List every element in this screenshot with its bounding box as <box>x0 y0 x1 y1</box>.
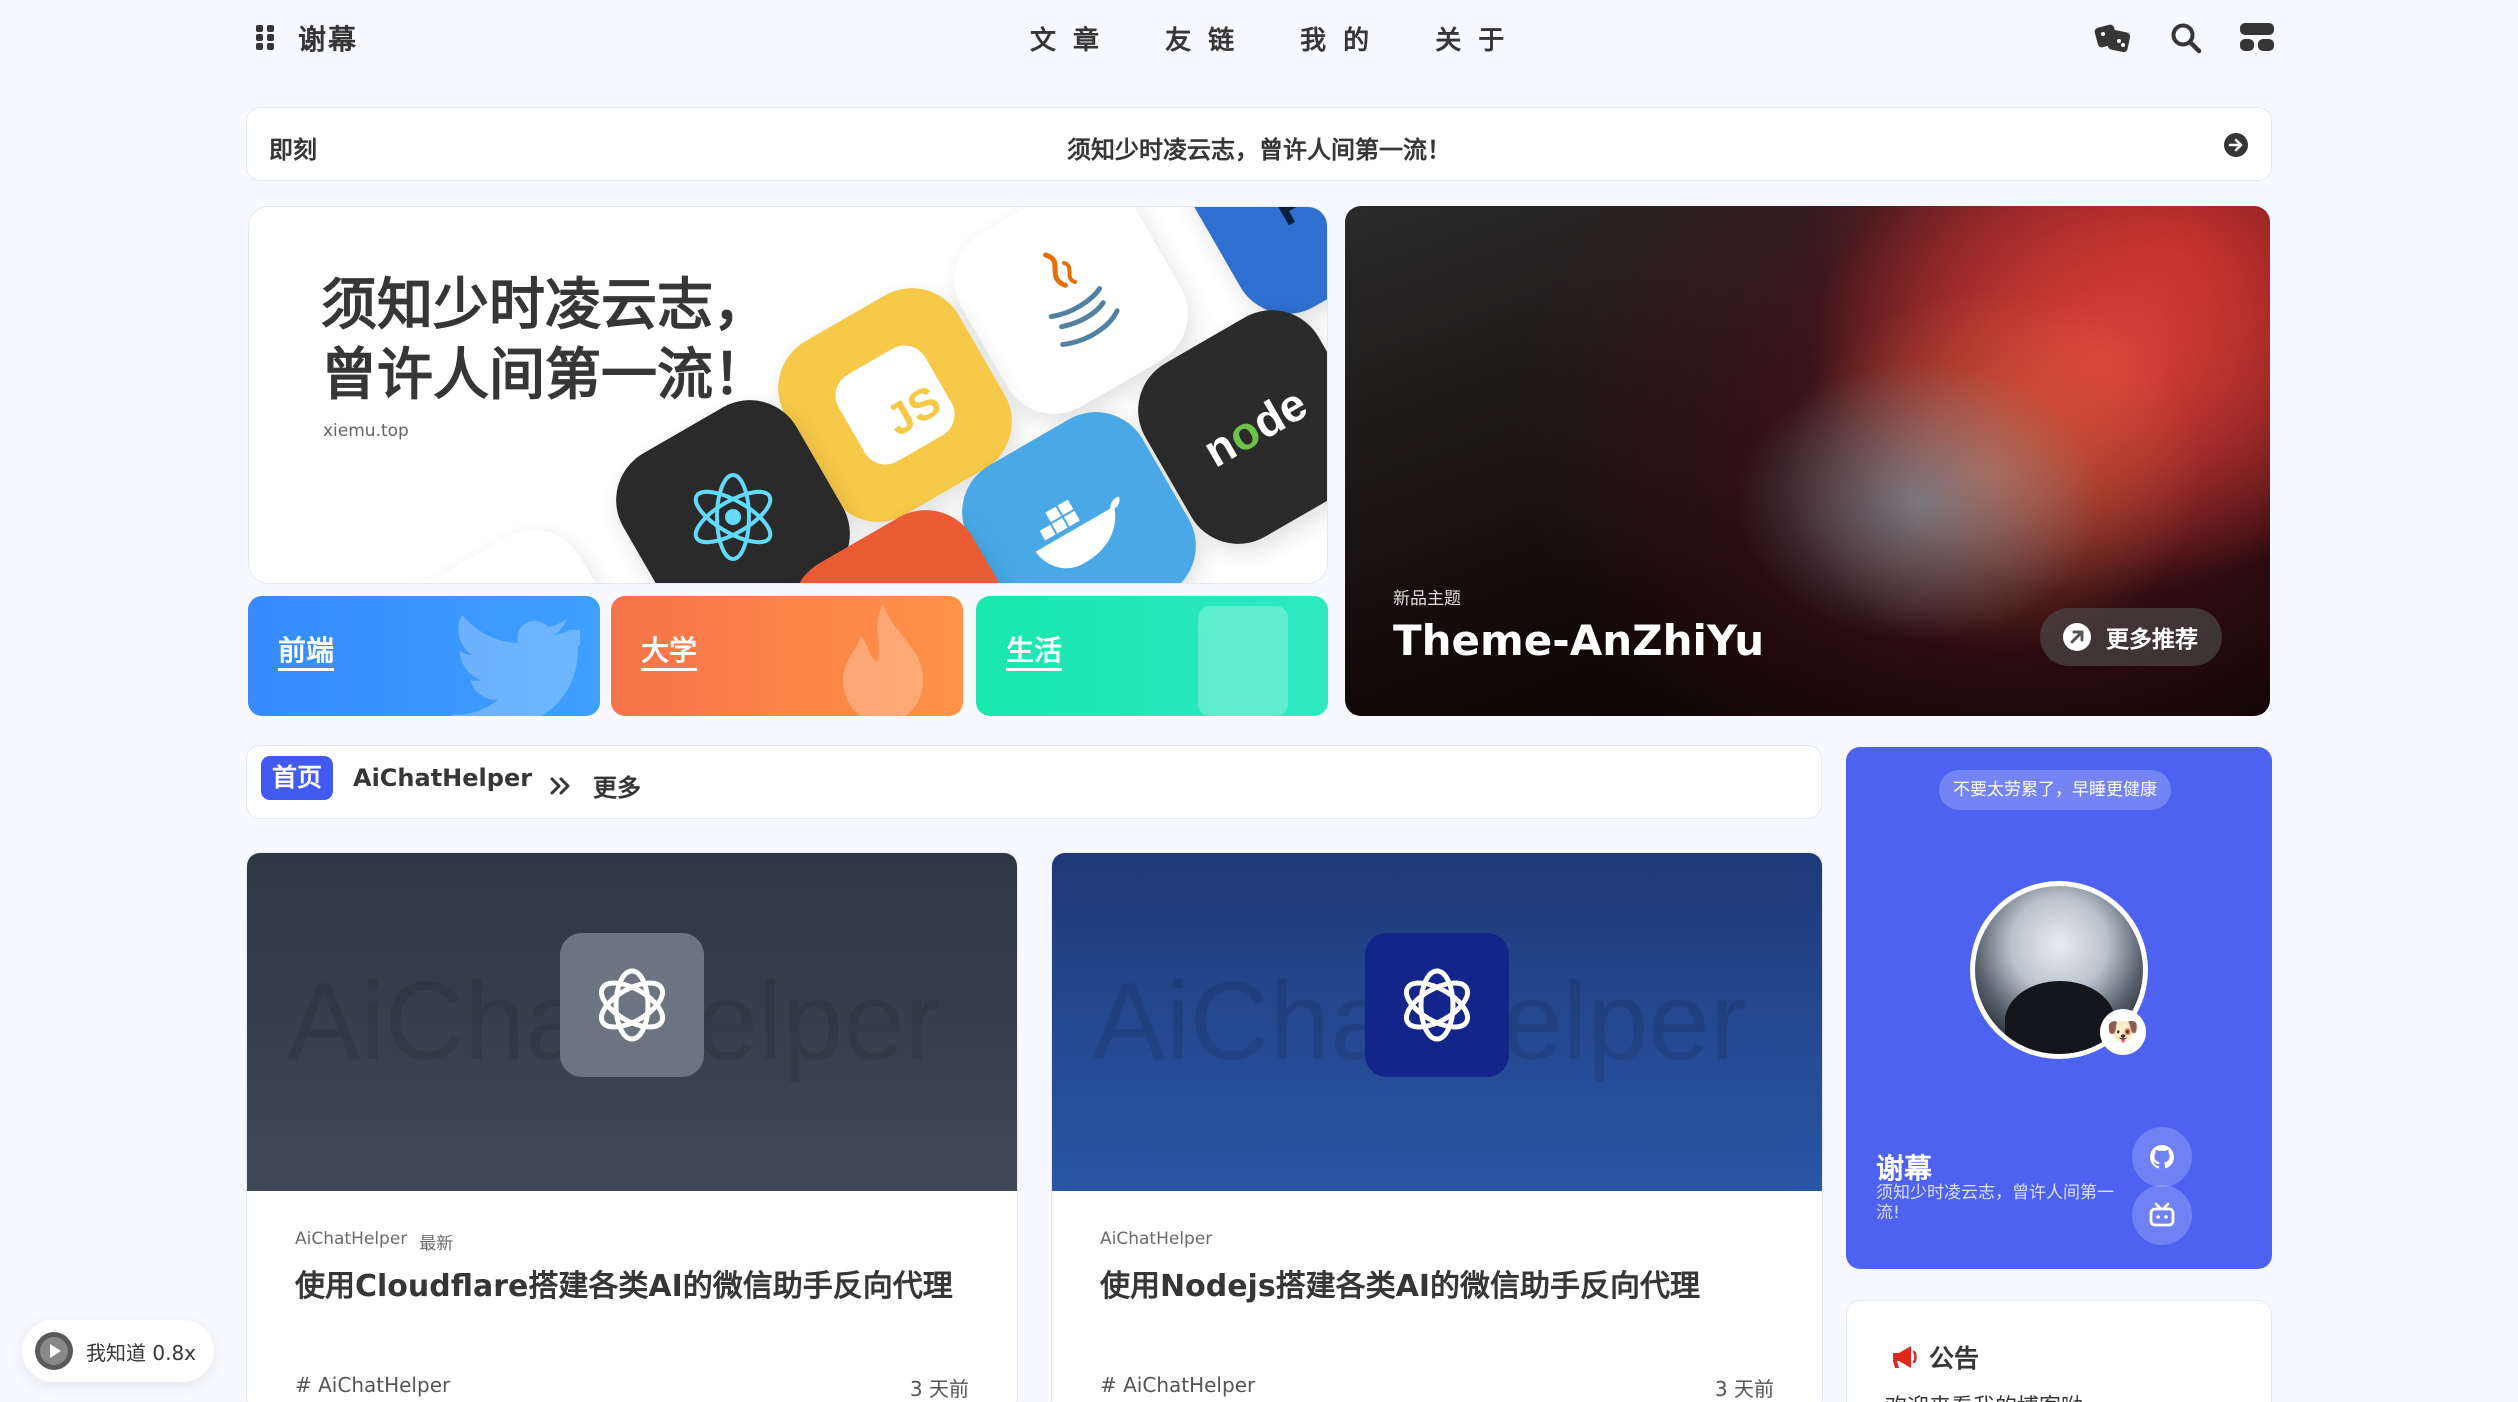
post-cover[interactable]: AiChatHelper <box>247 853 1017 1191</box>
hero-banner[interactable]: 须知少时凌云志， 曾许人间第一流！ xiemu.top Ps JS node <box>248 206 1328 584</box>
site-name[interactable]: 谢幕 <box>298 18 358 58</box>
author-tip: 不要太劳累了，早睡更健康 <box>1939 770 2171 810</box>
random-dice-icon[interactable] <box>2094 22 2132 54</box>
menu-item-about[interactable]: 关 于 <box>1435 20 1508 57</box>
post-category[interactable]: AiChatHelper <box>1100 1229 1212 1249</box>
post-card[interactable]: AiChatHelper AiChatHelper 使用Nodejs搭建各类AI… <box>1051 852 1823 1402</box>
github-icon[interactable] <box>2132 1127 2192 1187</box>
post-cover[interactable]: AiChatHelper <box>1052 853 1822 1191</box>
notice-card: 公告 欢迎来看我的博客呦 <box>1846 1300 2272 1402</box>
category-university[interactable]: 大学 <box>611 596 963 716</box>
post-meta: AiChatHelper <box>1100 1229 1212 1249</box>
feature-subtitle: 新品主题 <box>1393 589 1461 609</box>
author-card: 不要太劳累了，早睡更健康 🐶 谢幕 须知少时凌云志，曾许人间第一流! <box>1846 747 2272 1269</box>
bilibili-icon[interactable] <box>2132 1185 2192 1245</box>
arrow-up-right-icon <box>2063 623 2091 651</box>
openai-icon <box>1365 933 1509 1077</box>
category-tab-bar: 首页 AiChatHelper 更多 <box>246 745 1822 819</box>
apps-grid-icon[interactable] <box>256 25 276 51</box>
fire-icon <box>843 604 923 716</box>
bird-icon <box>450 615 580 716</box>
tab-more[interactable]: 更多 <box>549 768 641 803</box>
dog-emoji-icon: 🐶 <box>2100 1009 2146 1055</box>
author-description: 须知少时凌云志，曾许人间第一流! <box>1876 1183 2114 1223</box>
notice-text: 欢迎来看我的博客呦 <box>1885 1389 2083 1402</box>
main-menu: 文 章 友 链 我 的 关 于 <box>1030 18 1508 58</box>
feature-title: Theme-AnZhiYu <box>1393 616 1765 665</box>
openai-icon <box>560 933 704 1077</box>
menu-item-articles[interactable]: 文 章 <box>1030 20 1103 57</box>
nav-actions <box>2094 18 2274 58</box>
post-title[interactable]: 使用Cloudflare搭建各类AI的微信助手反向代理 <box>295 1261 953 1305</box>
menu-item-links[interactable]: 友 链 <box>1165 20 1238 57</box>
moment-bar[interactable]: 即刻 须知少时凌云志，曾许人间第一流！ <box>246 107 2272 181</box>
category-label: 大学 <box>641 634 698 671</box>
player-track-label: 我知道 0.8x <box>86 1340 196 1365</box>
megaphone-icon <box>1893 1346 1917 1368</box>
search-icon[interactable] <box>2170 22 2202 54</box>
category-life[interactable]: 生活 <box>976 596 1328 716</box>
double-chevron-right-icon <box>550 777 570 794</box>
category-label: 前端 <box>278 634 335 671</box>
feature-banner[interactable]: 新品主题 Theme-AnZhiYu 更多推荐 <box>1345 206 2270 716</box>
notice-heading: 公告 <box>1891 1339 1979 1375</box>
hero-title: 须知少时凌云志， 曾许人间第一流！ <box>321 273 769 408</box>
post-meta: AiChatHelper 最新 <box>295 1229 453 1254</box>
category-label: 生活 <box>1006 634 1063 671</box>
moment-text[interactable]: 须知少时凌云志，曾许人间第一流！ <box>247 130 2271 165</box>
arrow-right-icon[interactable] <box>2223 132 2249 158</box>
python-icon <box>380 510 654 583</box>
more-recommend-button[interactable]: 更多推荐 <box>2040 608 2222 666</box>
post-time: 3 天前 <box>909 1377 969 1401</box>
nav-left: 谢幕 <box>256 18 358 58</box>
post-time: 3 天前 <box>1714 1377 1774 1401</box>
post-tag[interactable]: # AiChatHelper <box>295 1373 450 1397</box>
post-title[interactable]: 使用Nodejs搭建各类AI的微信助手反向代理 <box>1100 1261 1700 1305</box>
menu-item-mine[interactable]: 我 的 <box>1300 20 1373 57</box>
category-frontend[interactable]: 前端 <box>248 596 600 716</box>
notebook-icon <box>1198 606 1288 716</box>
author-name: 谢幕 <box>1876 1152 1933 1185</box>
post-tag[interactable]: # AiChatHelper <box>1100 1373 1255 1397</box>
post-card[interactable]: AiChatHelper AiChatHelper 最新 使用Cloudflar… <box>246 852 1018 1402</box>
post-category[interactable]: AiChatHelper <box>295 1229 407 1254</box>
play-icon[interactable] <box>34 1331 74 1371</box>
notice-title: 公告 <box>1929 1344 1980 1373</box>
post-badge-new: 最新 <box>419 1234 454 1254</box>
more-recommend-label: 更多推荐 <box>2106 627 2198 653</box>
tab-aichathelper[interactable]: AiChatHelper <box>353 764 532 792</box>
tab-more-label: 更多 <box>593 774 641 802</box>
menu-toggle-icon[interactable] <box>2240 23 2274 53</box>
music-player[interactable]: 我知道 0.8x <box>22 1320 214 1382</box>
tab-home[interactable]: 首页 <box>261 756 334 800</box>
hero-url: xiemu.top <box>323 421 409 441</box>
